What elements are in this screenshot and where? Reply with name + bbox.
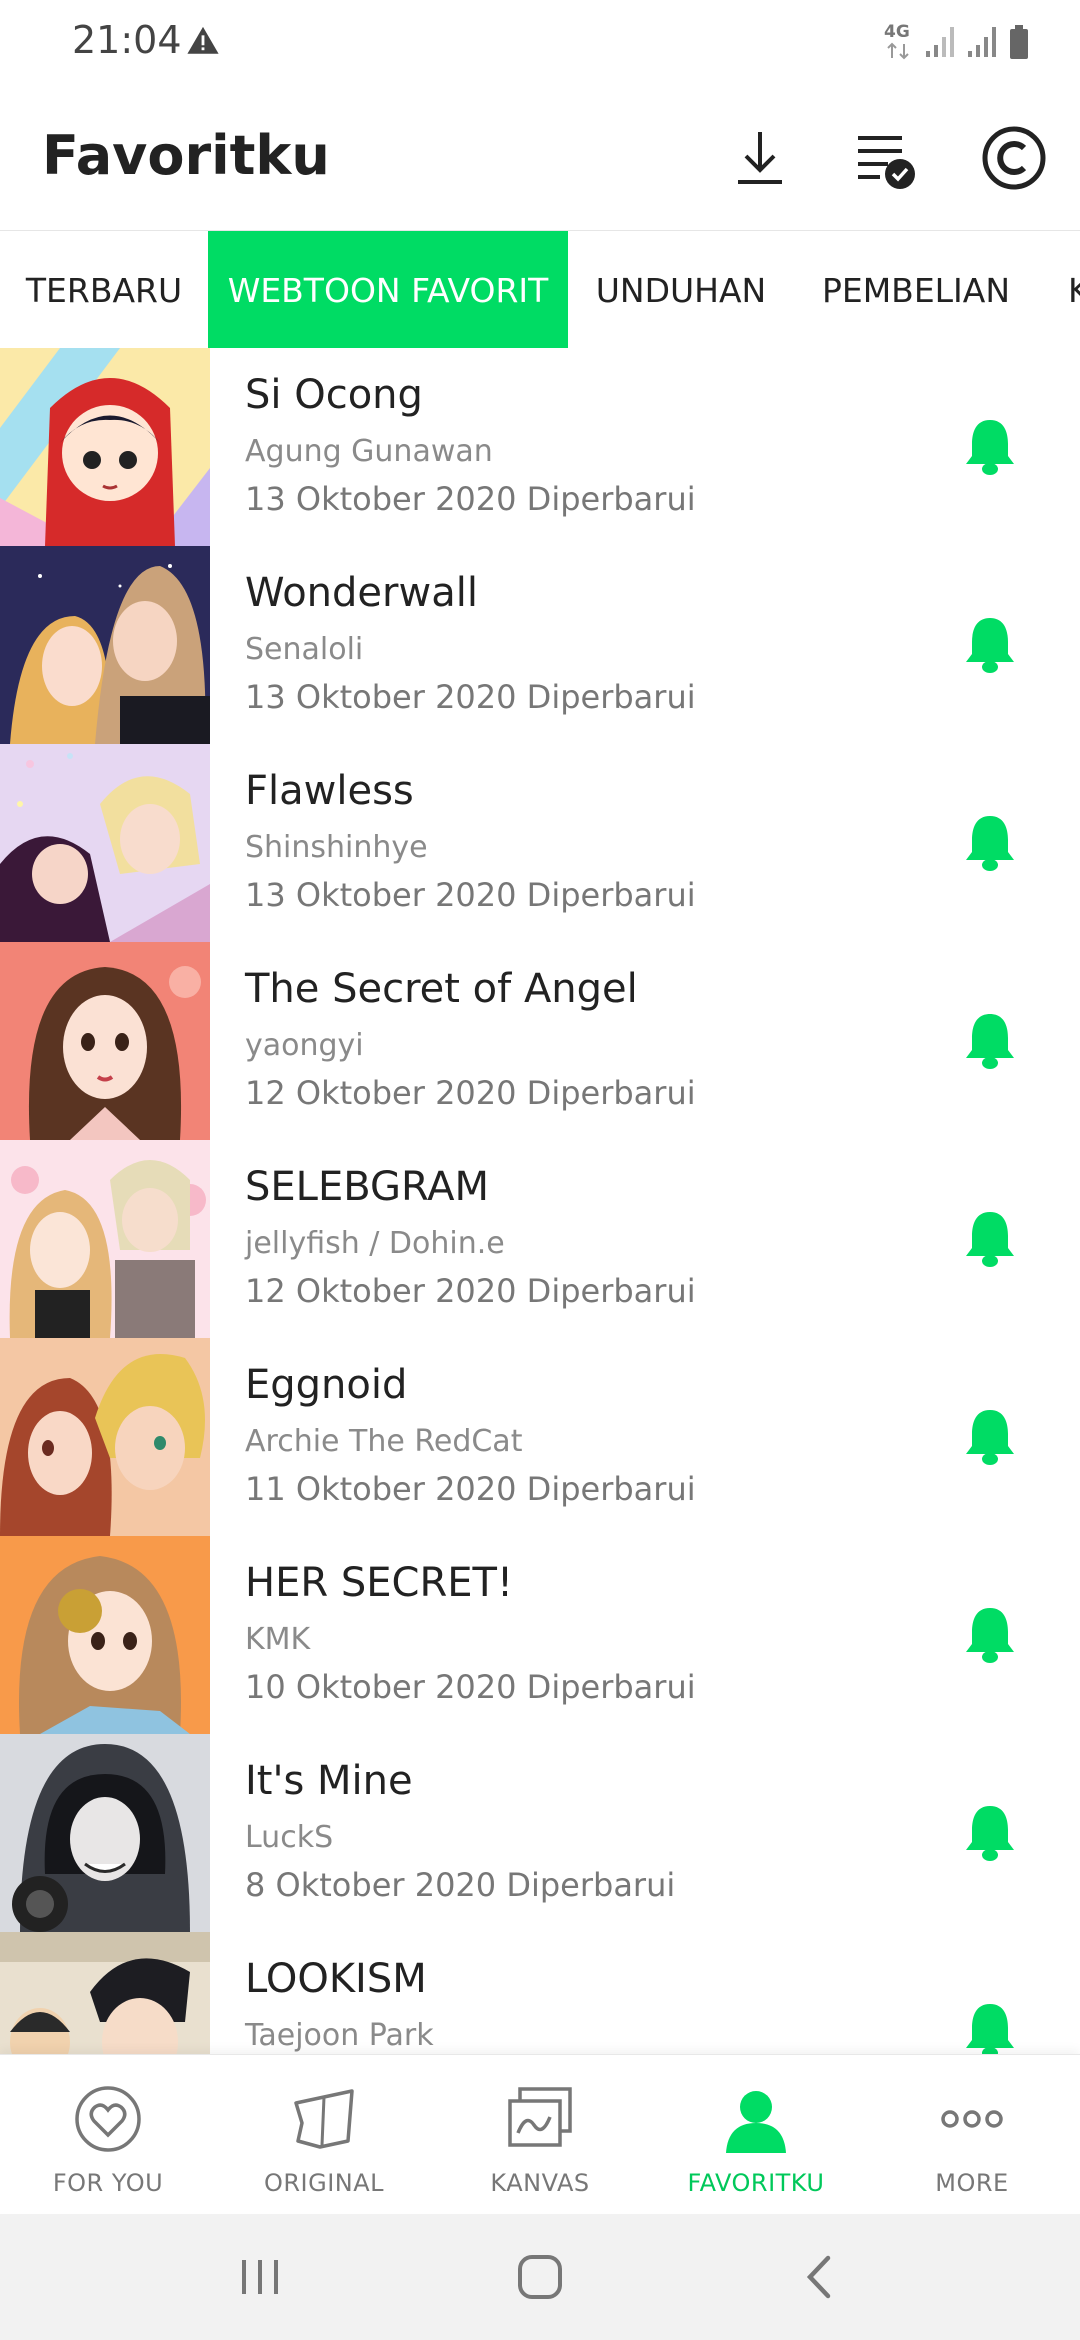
comic-title: SELEBGRAM [245,1164,490,1210]
comic-title: It's Mine [245,1758,413,1804]
comic-title: Eggnoid [245,1362,408,1408]
comic-title: The Secret of Angel [245,966,638,1012]
list-item[interactable]: Wonderwall Senaloli 13 Oktober 2020 Dipe… [0,546,1080,745]
nav-label: MORE [935,2169,1009,2197]
status-right: 4G [884,20,1030,64]
comic-author: Agung Gunawan [245,434,493,469]
bell-icon[interactable] [962,812,1018,872]
recent-apps-icon[interactable] [232,2252,288,2302]
comic-thumbnail [0,1536,210,1734]
comic-author: jellyfish / Dohin.e [245,1226,505,1261]
comic-author: Archie The RedCat [245,1424,523,1459]
comic-title: Si Ocong [245,372,423,418]
bottom-navigation: FOR YOU ORIGINAL KANVAS FAVORITKU MORE [0,2054,1080,2215]
comic-title: LOOKISM [245,1956,427,2002]
list-item[interactable]: LOOKISM Taejoon Park [0,1932,1080,2054]
comic-thumbnail [0,546,210,744]
home-icon[interactable] [512,2252,568,2302]
data-arrows-icon [887,42,909,60]
copyright-icon[interactable] [978,122,1050,194]
canvas-icon [508,2087,572,2147]
bell-icon[interactable] [962,1208,1018,1268]
bell-icon[interactable] [962,1604,1018,1664]
network-type: 4G [884,22,914,62]
comic-title: Flawless [245,768,414,814]
person-icon [726,2091,786,2153]
comic-updated-date: 11 Oktober 2020 Diperbarui [245,1470,696,1508]
nav-for-you[interactable]: FOR YOU [0,2055,216,2215]
bell-icon[interactable] [962,416,1018,476]
heart-circle-icon [75,2086,141,2152]
comic-author: yaongyi [245,1028,364,1063]
bell-icon[interactable] [962,2000,1018,2054]
nav-label: FOR YOU [52,2169,164,2197]
book-icon [294,2089,354,2149]
nav-more[interactable]: MORE [864,2055,1080,2215]
app-screen: 21:04 4G Favoritku TERBARU WEBTOON FAVOR… [0,0,1080,2340]
status-time: 21:04 [72,18,182,62]
signal-icon [968,27,996,57]
comic-thumbnail [0,744,210,942]
list-item[interactable]: The Secret of Angel yaongyi 12 Oktober 2… [0,942,1080,1141]
comic-updated-date: 10 Oktober 2020 Diperbarui [245,1668,696,1706]
comic-updated-date: 12 Oktober 2020 Diperbarui [245,1272,696,1310]
comic-author: KMK [245,1622,311,1657]
comic-updated-date: 12 Oktober 2020 Diperbarui [245,1074,696,1112]
more-icon [941,2110,1003,2128]
nav-kanvas[interactable]: KANVAS [432,2055,648,2215]
comic-updated-date: 13 Oktober 2020 Diperbarui [245,480,696,518]
comic-thumbnail [0,1734,210,1932]
tab-webtoon-favorit[interactable]: WEBTOON FAVORIT [208,231,568,349]
comic-updated-date: 8 Oktober 2020 Diperbarui [245,1866,676,1904]
comic-author: Senaloli [245,632,364,667]
system-navigation-bar [0,2214,1080,2340]
battery-icon [1010,25,1028,59]
tab-bar: TERBARU WEBTOON FAVORIT UNDUHAN PEMBELIA… [0,230,1080,350]
comic-updated-date: 13 Oktober 2020 Diperbarui [245,678,696,716]
comic-thumbnail [0,1140,210,1338]
tab-pembelian[interactable]: PEMBELIAN [794,231,1038,349]
nav-label: FAVORITKU [687,2169,825,2197]
bell-icon[interactable] [962,1802,1018,1862]
comic-thumbnail [0,1338,210,1536]
list-item[interactable]: Si Ocong Agung Gunawan 13 Oktober 2020 D… [0,348,1080,547]
list-item[interactable]: Eggnoid Archie The RedCat 11 Oktober 202… [0,1338,1080,1537]
list-item[interactable]: Flawless Shinshinhye 13 Oktober 2020 Dip… [0,744,1080,943]
favorite-list: Si Ocong Agung Gunawan 13 Oktober 2020 D… [0,348,1080,2054]
comic-author: Taejoon Park [245,2018,434,2053]
back-icon[interactable] [792,2252,848,2302]
bell-icon[interactable] [962,1406,1018,1466]
tab-unduhan[interactable]: UNDUHAN [568,231,794,349]
nav-label: KANVAS [490,2169,590,2197]
tab-more-partial[interactable]: K [1068,231,1080,349]
comic-thumbnail [0,348,210,546]
list-check-icon[interactable] [850,122,922,194]
comic-thumbnail [0,942,210,1140]
tab-terbaru[interactable]: TERBARU [0,231,208,349]
bell-icon[interactable] [962,1010,1018,1070]
app-header: Favoritku [0,84,1080,230]
list-item[interactable]: HER SECRET! KMK 10 Oktober 2020 Diperbar… [0,1536,1080,1735]
list-item[interactable]: SELEBGRAM jellyfish / Dohin.e 12 Oktober… [0,1140,1080,1339]
nav-favoritku[interactable]: FAVORITKU [648,2055,864,2215]
warning-icon [187,26,219,54]
comic-title: HER SECRET! [245,1560,513,1606]
status-bar: 21:04 4G [0,0,1080,84]
comic-thumbnail [0,1932,210,2054]
nav-original[interactable]: ORIGINAL [216,2055,432,2215]
bell-icon[interactable] [962,614,1018,674]
comic-author: Shinshinhye [245,830,428,865]
nav-label: ORIGINAL [263,2169,385,2197]
page-title: Favoritku [42,124,330,187]
comic-author: LuckS [245,1820,334,1855]
signal-icon [926,27,954,57]
comic-updated-date: 13 Oktober 2020 Diperbarui [245,876,696,914]
comic-title: Wonderwall [245,570,478,616]
list-item[interactable]: It's Mine LuckS 8 Oktober 2020 Diperbaru… [0,1734,1080,1933]
download-icon[interactable] [724,122,796,194]
